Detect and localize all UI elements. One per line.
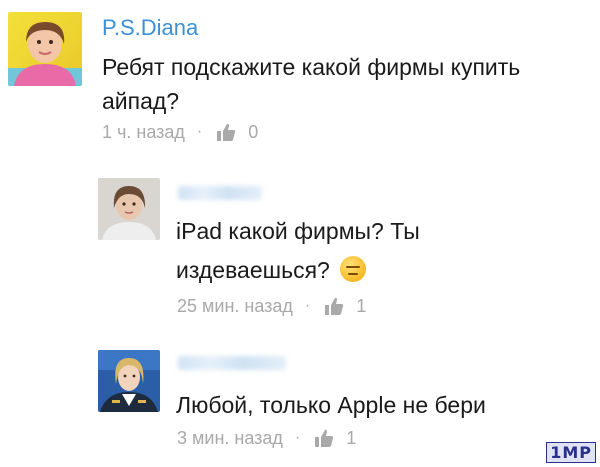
like-button[interactable]: [324, 296, 344, 316]
comment-text: Ребят подскажите какой фирмы купить айпа…: [102, 50, 592, 118]
avatar[interactable]: [8, 12, 82, 86]
author-name[interactable]: P.S.Diana: [102, 15, 198, 41]
expressionless-face-icon: [340, 256, 367, 282]
author-name[interactable]: [178, 186, 262, 200]
comment-text-line: Любой, только Apple не бери: [176, 392, 486, 418]
avatar[interactable]: [98, 178, 160, 240]
separator: ·: [196, 123, 203, 140]
avatar-image: [98, 178, 160, 240]
separator: ·: [304, 297, 311, 314]
timestamp: 3 мин. назад: [177, 428, 283, 448]
timestamp: 25 мин. назад: [177, 296, 293, 316]
like-button[interactable]: [314, 428, 334, 448]
like-count: 1: [356, 296, 367, 316]
avatar-image: [8, 12, 82, 86]
avatar-image: [98, 350, 160, 412]
comment-text-line: айпад?: [102, 88, 180, 114]
thumbs-up-icon: [315, 429, 334, 447]
comment-text-line: издеваешься?: [176, 257, 330, 283]
thumbs-up-icon: [325, 297, 344, 315]
watermark-logo: 1MP: [546, 442, 596, 463]
comment-text-line: iPad какой фирмы? Ты: [176, 218, 420, 244]
like-count: 1: [346, 428, 357, 448]
author-name[interactable]: [178, 356, 286, 370]
timestamp: 1 ч. назад: [102, 122, 185, 142]
comment-text: Любой, только Apple не бери: [176, 388, 576, 422]
comment-meta: 25 мин. назад · 1: [177, 295, 366, 317]
avatar[interactable]: [98, 350, 160, 412]
like-button[interactable]: [216, 122, 236, 142]
like-count: 0: [248, 122, 259, 142]
separator: ·: [294, 429, 301, 446]
comment-meta: 1 ч. назад · 0: [102, 121, 258, 143]
comment-text: iPad какой фирмы? Ты издеваешься?: [176, 214, 576, 287]
comment-meta: 3 мин. назад · 1: [177, 427, 356, 449]
thumbs-up-icon: [217, 123, 236, 141]
comment-text-line-with-emoji: издеваешься?: [176, 253, 576, 287]
comment-text-line: Ребят подскажите какой фирмы купить: [102, 54, 521, 80]
